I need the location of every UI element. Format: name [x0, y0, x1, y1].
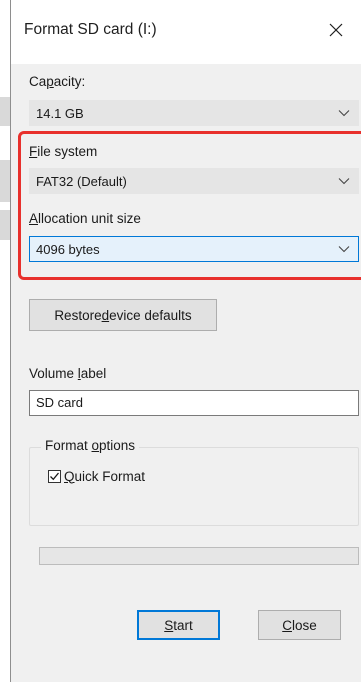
volume-label-input[interactable]: SD card [29, 390, 359, 416]
quick-format-checkbox[interactable]: Quick Format [48, 467, 145, 485]
file-system-select[interactable]: FAT32 (Default) [29, 168, 359, 194]
capacity-value: 14.1 GB [36, 106, 84, 121]
format-progress-bar [39, 547, 359, 565]
background-window-strip [0, 160, 10, 202]
format-options-legend: Format options [41, 438, 140, 453]
background-window-strip [0, 210, 10, 240]
close-icon [329, 23, 343, 37]
title-bar: Format SD card (I:) [11, 0, 361, 64]
close-button[interactable]: Close [258, 610, 341, 640]
volume-label-label: Volume label [29, 366, 107, 381]
window-title: Format SD card (I:) [24, 21, 157, 38]
file-system-label: File system [29, 144, 98, 159]
checkmark-icon [50, 472, 60, 480]
chevron-down-icon [338, 246, 350, 253]
restore-device-defaults-button[interactable]: Restore d evice defaults [29, 299, 217, 331]
allocation-unit-size-select[interactable]: 4096 bytes [29, 236, 359, 262]
capacity-label: Capacity: [29, 74, 86, 89]
capacity-select[interactable]: 14.1 GB [29, 100, 359, 126]
format-options-group [29, 447, 359, 526]
allocation-unit-size-value: 4096 bytes [36, 242, 100, 257]
format-dialog: Format SD card (I:) Capacity: 14.1 GB Fi… [10, 0, 361, 682]
background-window-strip [0, 97, 10, 126]
close-window-button[interactable] [322, 16, 350, 44]
start-button[interactable]: Start [137, 610, 220, 640]
quick-format-label: Quick Format [64, 468, 146, 484]
file-system-value: FAT32 (Default) [36, 174, 127, 189]
chevron-down-icon [338, 110, 350, 117]
checkbox-box [48, 469, 61, 483]
chevron-down-icon [338, 178, 350, 185]
allocation-unit-size-label: Allocation unit size [29, 211, 141, 226]
screen: Format SD card (I:) Capacity: 14.1 GB Fi… [0, 0, 361, 682]
